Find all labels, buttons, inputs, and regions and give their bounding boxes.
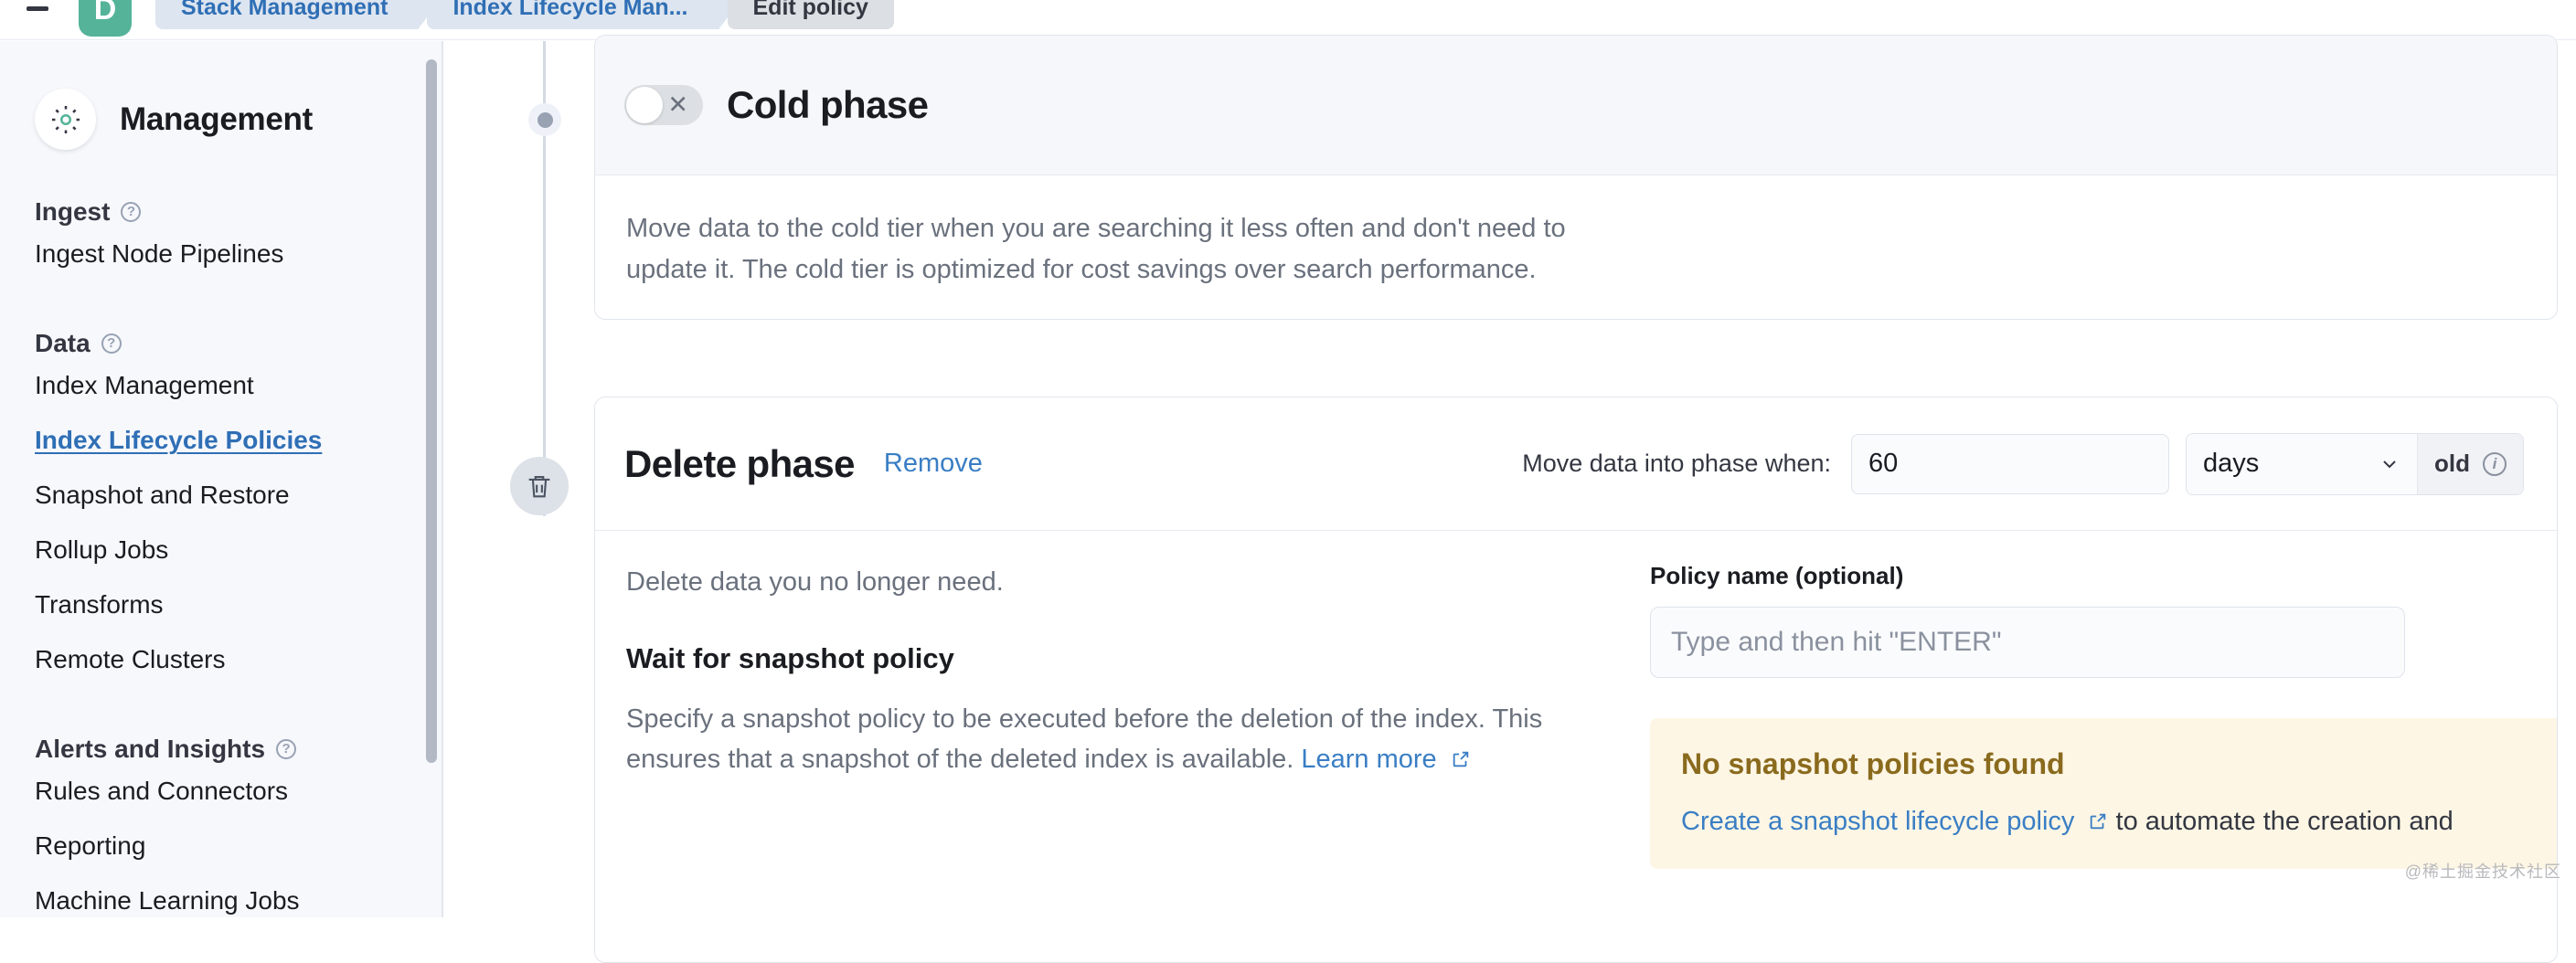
delete-phase-title: Delete phase [624,442,855,486]
external-link-icon[interactable] [2088,803,2108,823]
sidebar-group-title-data: Data ? [35,329,442,358]
no-snapshot-policies-callout: No snapshot policies found Create a snap… [1650,718,2558,869]
sidebar-group-data: Data ? Index Management Index Lifecycle … [0,329,442,687]
callout-title: No snapshot policies found [1681,747,2558,781]
sidebar-item-index-lifecycle-policies[interactable]: Index Lifecycle Policies [35,413,442,468]
delete-phase-body: Delete data you no longer need. Wait for… [595,531,2557,869]
sidebar-header: Management [0,41,442,150]
sidebar-group-label: Data [35,329,90,358]
sidebar-item-snapshot-and-restore[interactable]: Snapshot and Restore [35,468,442,523]
management-sidebar: Management Ingest ? Ingest Node Pipeline… [0,41,442,917]
sidebar-item-reporting[interactable]: Reporting [35,819,442,873]
cold-phase-body: Move data to the cold tier when you are … [595,175,2557,291]
policy-name-combobox[interactable]: Type and then hit "ENTER" [1650,607,2405,678]
sidebar-group-title-ingest: Ingest ? [35,197,442,227]
sidebar-group-alerts-and-insights: Alerts and Insights ? Rules and Connecto… [0,735,442,917]
callout-body: Create a snapshot lifecycle policy to au… [1681,801,2558,841]
cold-phase-header: ✕ Cold phase [595,36,2557,175]
move-data-into-phase-label: Move data into phase when: [1522,450,1831,478]
toggle-knob [626,87,663,123]
sidebar-item-ingest-node-pipelines[interactable]: Ingest Node Pipelines [35,227,442,281]
gear-icon [35,89,96,150]
sidebar-divider [442,41,443,917]
callout-body-suffix: to automate the creation and [2116,807,2454,836]
sidebar-group-label: Ingest [35,197,110,227]
delete-phase-description: Delete data you no longer need. [626,562,1595,602]
min-age-suffix-label: old [2434,450,2470,478]
learn-more-link[interactable]: Learn more [1301,745,1436,774]
question-circle-icon[interactable]: ? [276,739,296,759]
min-age-unit-value: days [2203,449,2259,479]
breadcrumb-item-edit-policy[interactable]: Edit policy [728,0,894,29]
remove-phase-button[interactable]: Remove [884,449,983,479]
sidebar-item-rollup-jobs[interactable]: Rollup Jobs [35,523,442,577]
timeline-node-cold [528,103,561,136]
hamburger-menu-icon[interactable] [20,3,55,37]
delete-phase-left-column: Delete data you no longer need. Wait for… [626,562,1595,869]
question-circle-icon[interactable]: ? [101,333,122,354]
breadcrumb-item-index-lifecycle-management[interactable]: Index Lifecycle Man... [427,0,719,29]
move-data-into-phase-control: Move data into phase when: days old i [1522,433,2524,495]
cross-icon: ✕ [667,93,688,118]
sidebar-group-title-alerts: Alerts and Insights ? [35,735,442,764]
sidebar-group-ingest: Ingest ? Ingest Node Pipelines [0,197,442,281]
app-logo[interactable]: D [79,0,132,37]
breadcrumb: Stack Management Index Lifecycle Man... … [155,0,902,29]
sidebar-item-remote-clusters[interactable]: Remote Clusters [35,632,442,687]
cold-phase-toggle[interactable]: ✕ [624,85,703,125]
wait-for-snapshot-policy-description: Specify a snapshot policy to be executed… [626,699,1595,779]
sidebar-item-transforms[interactable]: Transforms [35,577,442,632]
delete-phase-panel: Delete phase Remove Move data into phase… [594,397,2558,963]
cold-phase-title: Cold phase [727,83,928,127]
page-title: Management [120,101,313,138]
cold-phase-description: Move data to the cold tier when you are … [626,208,1595,291]
min-age-unit-suffix: old i [2417,434,2523,494]
trash-icon [510,457,569,515]
policy-name-placeholder: Type and then hit "ENTER" [1671,627,2001,658]
timeline-dot-icon [538,112,553,128]
sidebar-group-label: Alerts and Insights [35,735,265,764]
cold-phase-panel: ✕ Cold phase Move data to the cold tier … [594,35,2558,320]
wait-for-snapshot-policy-heading: Wait for snapshot policy [626,642,1595,675]
policy-name-label: Policy name (optional) [1650,562,2558,590]
breadcrumb-item-stack-management[interactable]: Stack Management [155,0,419,29]
watermark: @稀土掘金技术社区 [2405,859,2561,883]
delete-phase-header: Delete phase Remove Move data into phase… [595,397,2557,531]
phase-timeline-rail [512,41,576,917]
create-snapshot-lifecycle-policy-link[interactable]: Create a snapshot lifecycle policy [1681,807,2074,836]
sidebar-scrollbar[interactable] [426,59,437,763]
chevron-down-icon [2379,453,2400,475]
sidebar-item-rules-and-connectors[interactable]: Rules and Connectors [35,764,442,819]
question-circle-icon[interactable]: ? [121,202,141,222]
min-age-unit-group: days old i [2186,433,2524,495]
delete-phase-right-column: Policy name (optional) Type and then hit… [1650,562,2558,869]
sidebar-item-machine-learning-jobs[interactable]: Machine Learning Jobs [35,873,442,917]
min-age-unit-select[interactable]: days [2187,434,2417,494]
sidebar-item-index-management[interactable]: Index Management [35,358,442,413]
min-age-input[interactable] [1851,434,2169,494]
info-circle-icon[interactable]: i [2483,452,2507,476]
external-link-icon[interactable] [1451,741,1471,761]
